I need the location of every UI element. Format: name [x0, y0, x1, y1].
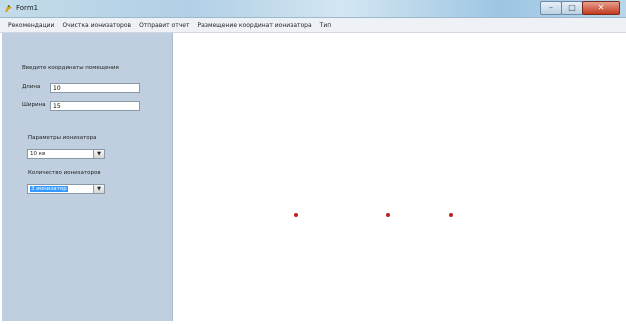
- menu-item-send-report[interactable]: Отправит отчет: [135, 22, 193, 29]
- minimize-icon: –: [549, 3, 553, 12]
- menu-item-recommendations[interactable]: Рекомендации: [4, 22, 58, 29]
- window-controls: – □ ✕: [540, 1, 620, 15]
- ionizer-point: [386, 213, 390, 217]
- close-icon: ✕: [597, 3, 605, 12]
- ionizer-count-value: 3 ионизатор: [30, 186, 68, 192]
- width-input[interactable]: 15: [50, 101, 140, 111]
- length-label: Длина: [22, 84, 41, 90]
- minimize-button[interactable]: –: [540, 1, 562, 15]
- length-input[interactable]: 10: [50, 83, 140, 93]
- menu-item-type[interactable]: Тип: [316, 22, 336, 29]
- ionizer-params-value: 10 кв: [30, 151, 46, 157]
- ionizer-params-select[interactable]: 10 кв ▼: [27, 149, 105, 159]
- menu-bar: Рекомендации Очистка ионизаторов Отправи…: [0, 18, 626, 33]
- width-label: Ширина: [22, 102, 46, 108]
- maximize-icon: □: [568, 3, 576, 12]
- ionizer-count-select[interactable]: 3 ионизатор ▼: [27, 184, 105, 194]
- maximize-button[interactable]: □: [561, 1, 583, 15]
- window-title: Form1: [16, 4, 39, 12]
- room-coordinates-heading: Введите координаты помещения: [22, 65, 119, 71]
- app-icon: [5, 5, 12, 12]
- ionizer-count-label: Количество ионизаторов: [28, 170, 101, 176]
- menu-item-ionizer-placement[interactable]: Размещение координат ионизатора: [193, 22, 315, 29]
- ionizer-point: [449, 213, 453, 217]
- placement-canvas[interactable]: [173, 33, 626, 324]
- menu-item-clean-ionizers[interactable]: Очистка ионизаторов: [58, 22, 135, 29]
- close-button[interactable]: ✕: [582, 1, 620, 15]
- ionizer-params-label: Параметры ионизатора: [28, 135, 97, 141]
- settings-panel: Введите координаты помещения Длина 10 Ши…: [2, 33, 173, 321]
- chevron-down-icon[interactable]: ▼: [93, 185, 104, 193]
- chevron-down-icon[interactable]: ▼: [93, 150, 104, 158]
- title-bar: Form1 – □ ✕: [0, 0, 626, 18]
- ionizer-point: [294, 213, 298, 217]
